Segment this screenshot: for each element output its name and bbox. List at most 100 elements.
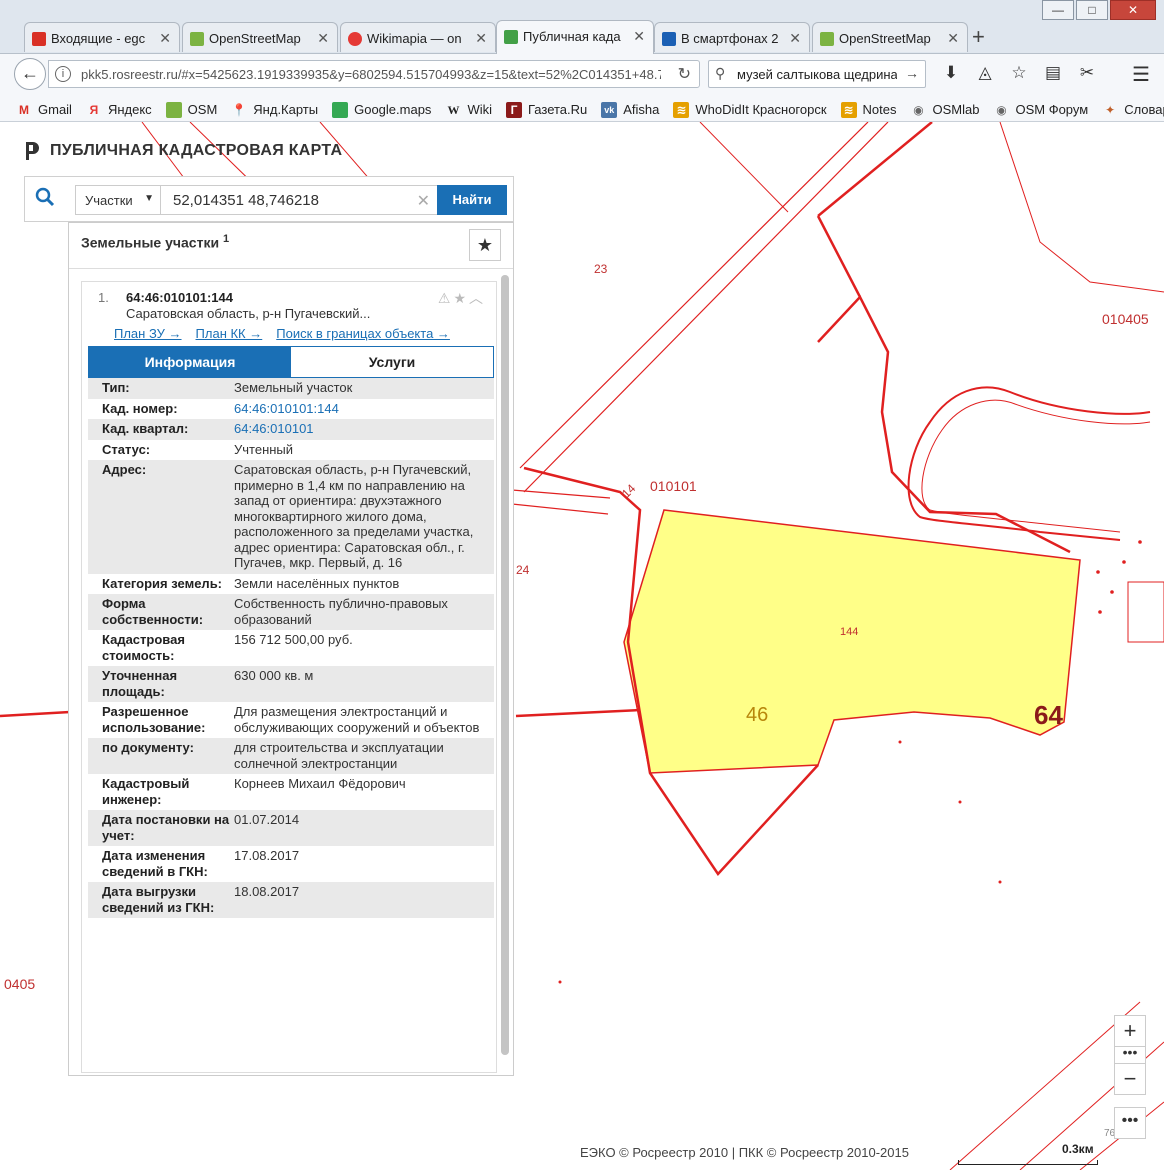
- menu-icon[interactable]: ☰: [1132, 62, 1150, 87]
- screenshot-icon[interactable]: ✂: [1072, 62, 1102, 84]
- rosreestr-logo-icon: [24, 140, 40, 162]
- reload-icon[interactable]: ↻: [678, 64, 691, 84]
- address-bar[interactable]: i pkk5.rosreestr.ru/#x=5425623.191933993…: [48, 60, 700, 88]
- search-go-icon[interactable]: →: [905, 65, 919, 81]
- download-icon[interactable]: ⬇: [936, 62, 966, 84]
- close-tab-icon[interactable]: ✕: [159, 30, 171, 47]
- tab-info[interactable]: Информация: [89, 347, 291, 377]
- scrollbar-thumb[interactable]: [501, 275, 509, 1055]
- close-tab-icon[interactable]: ✕: [633, 28, 645, 45]
- info-key: Адрес:: [102, 462, 147, 477]
- browser-tab-active[interactable]: Публичная када ✕: [496, 20, 654, 54]
- bookmark-osm-forum[interactable]: ◉ OSM Форум: [993, 98, 1088, 121]
- coordinates-input[interactable]: 52,014351 48,746218 ✕: [161, 185, 439, 215]
- map-attribution: ЕЭКО © Росреестр 2010 | ПКК © Росреестр …: [580, 1145, 909, 1160]
- url-text[interactable]: pkk5.rosreestr.ru/#x=5425623.1919339935&…: [81, 67, 661, 82]
- zoom-in-button[interactable]: +: [1114, 1015, 1146, 1047]
- map-label-quarter: 23: [594, 262, 608, 276]
- minimize-button[interactable]: —: [1042, 0, 1074, 20]
- info-key: Тип:: [102, 380, 130, 395]
- bookmark-gazeta[interactable]: Г Газета.Ru: [505, 98, 587, 121]
- bookmark-yandex[interactable]: Я Яндекс: [86, 98, 152, 121]
- plan-zu-link[interactable]: План ЗУ →: [114, 326, 182, 341]
- map-label-block: 010405: [1102, 311, 1149, 327]
- favorites-star-button[interactable]: ★: [469, 229, 501, 261]
- cadastral-map[interactable]: 23 24 14 010101 010405 0405 144 46 64 76…: [0, 122, 1164, 1170]
- browser-search-input[interactable]: музей салтыкова щедрина: [737, 67, 897, 82]
- bookmark-label: Яндекс: [107, 102, 152, 117]
- reader-icon[interactable]: ▤: [1038, 62, 1068, 84]
- result-address: Саратовская область, р-н Пугачевский...: [126, 306, 371, 321]
- map-controls: + ••• − •••: [1114, 1015, 1146, 1139]
- close-tab-icon[interactable]: ✕: [947, 30, 959, 47]
- browser-tab[interactable]: В смартфонах 2 ✕: [654, 22, 810, 52]
- more-options-button[interactable]: •••: [1114, 1107, 1146, 1139]
- bookmark-star-icon[interactable]: ☆: [1004, 62, 1034, 84]
- caret-down-icon: ▼: [144, 193, 154, 204]
- pocket-icon[interactable]: ◬: [970, 62, 1000, 84]
- maximize-button[interactable]: □: [1076, 0, 1108, 20]
- info-value-link[interactable]: 64:46:010101:144: [234, 401, 490, 417]
- search-in-bounds-link[interactable]: Поиск в границах объекта →: [276, 326, 450, 341]
- info-key: по документу:: [102, 740, 194, 755]
- close-window-button[interactable]: ✕: [1110, 0, 1156, 20]
- find-button[interactable]: Найти: [437, 185, 507, 215]
- bookmark-yandex-maps[interactable]: 📍 Янд.Карты: [231, 98, 318, 121]
- bookmark-osm[interactable]: OSM: [165, 98, 218, 121]
- bookmark-label: OSM: [187, 102, 218, 117]
- map-label-block: 010101: [650, 478, 697, 494]
- map-label-parcel[interactable]: 144: [840, 626, 858, 638]
- bookmark-google-maps[interactable]: Google.maps: [332, 98, 431, 121]
- app-header: ПУБЛИЧНАЯ КАДАСТРОВАЯ КАРТА: [24, 140, 342, 162]
- results-header: Земельные участки 1 ★: [69, 223, 513, 269]
- close-tab-icon[interactable]: ✕: [317, 30, 329, 47]
- results-scrollbar[interactable]: [501, 275, 509, 1055]
- browser-tab[interactable]: OpenStreetMap ✕: [812, 22, 968, 52]
- info-key: Статус:: [102, 441, 151, 457]
- chevron-up-icon[interactable]: ︿: [469, 290, 486, 306]
- info-value: 156 712 500,00 руб.: [234, 632, 353, 647]
- zoom-out-button[interactable]: −: [1114, 1063, 1146, 1095]
- bookmark-dictionary[interactable]: ✦ Словарь: [1102, 98, 1164, 121]
- info-row: Кадастровый инженер: Корнеев Михаил Фёдор…: [88, 774, 494, 810]
- bookmark-notes[interactable]: ≋ Notes: [840, 98, 897, 121]
- google-maps-icon: [332, 101, 349, 118]
- search-type-select[interactable]: Участки ▼: [75, 185, 161, 215]
- bookmark-gmail[interactable]: M Gmail: [16, 98, 72, 121]
- info-value: 17.08.2017: [234, 848, 300, 863]
- news-icon: [662, 32, 676, 46]
- info-row: Категория земель: Земли населённых пункто…: [88, 574, 494, 595]
- window-controls: — □ ✕: [1040, 0, 1156, 20]
- card-links: План ЗУ → План КК → Поиск в границах объ…: [114, 326, 464, 341]
- star-icon[interactable]: ★: [453, 290, 469, 306]
- bookmark-wiki[interactable]: W Wiki: [445, 98, 492, 121]
- info-icon[interactable]: i: [55, 66, 71, 82]
- clear-icon[interactable]: ✕: [417, 191, 430, 211]
- browser-tab[interactable]: Входящие - egc ✕: [24, 22, 180, 52]
- info-table: Тип: Земельный участок Кад. номер: 64:46:01…: [88, 378, 494, 918]
- bookmark-afisha[interactable]: vk Afisha: [601, 98, 659, 121]
- browser-tabbar: Входящие - egc ✕ OpenStreetMap ✕ Wikimap…: [0, 0, 1164, 54]
- globe-icon: ◉: [913, 102, 924, 117]
- info-row: по документу: для строительства и эксплуа…: [88, 738, 494, 774]
- browser-search-box[interactable]: ⚲ музей салтыкова щедрина →: [708, 60, 926, 88]
- close-tab-icon[interactable]: ✕: [475, 30, 487, 47]
- bookmark-osmlab[interactable]: ◉ OSMlab: [911, 98, 979, 121]
- tab-title: OpenStreetMap: [839, 31, 931, 46]
- bookmark-whodidit[interactable]: ≋ WhoDidIt Красногорск: [673, 98, 827, 121]
- warning-icon[interactable]: ⚠: [438, 290, 454, 306]
- info-value-link[interactable]: 64:46:010101: [234, 421, 490, 437]
- browser-tab[interactable]: OpenStreetMap ✕: [182, 22, 338, 52]
- result-cad-number[interactable]: 64:46:010101:144: [126, 290, 233, 305]
- gmail-icon: [32, 32, 46, 46]
- close-tab-icon[interactable]: ✕: [789, 30, 801, 47]
- info-key: Форма собственности:: [102, 596, 204, 627]
- tab-title: В смартфонах 2: [681, 31, 779, 46]
- new-tab-button[interactable]: +: [972, 24, 985, 50]
- tab-services[interactable]: Услуги: [291, 347, 493, 377]
- wikipedia-icon: W: [447, 102, 460, 117]
- browser-tab[interactable]: Wikimapia — on ✕: [340, 22, 496, 52]
- zoom-slider[interactable]: •••: [1114, 1045, 1146, 1063]
- plan-kk-link[interactable]: План КК →: [196, 326, 263, 341]
- back-button[interactable]: ←: [14, 58, 46, 90]
